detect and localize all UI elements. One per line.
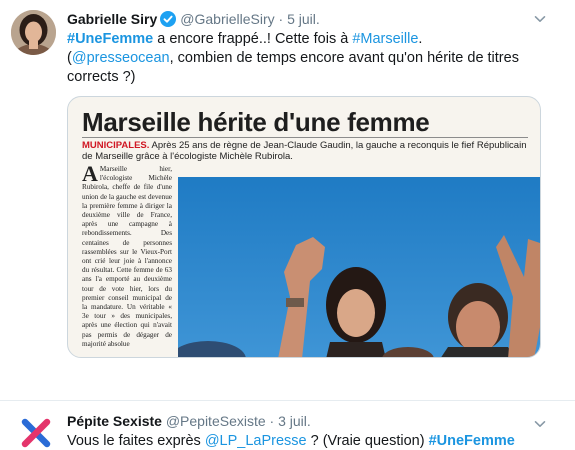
headline-rule <box>82 137 528 138</box>
tweet-header: Pépite Sexiste @PepiteSexiste · 3 juil. <box>67 412 311 430</box>
tweet-text-part: Vous le faites exprès <box>67 433 205 449</box>
tweet-text: #UneFemme a encore frappé..! Cette fois … <box>67 30 537 87</box>
separator-dot: · <box>278 11 284 27</box>
newspaper-column: A Marseille hier, l'écologiste Michèle Ru… <box>82 161 172 349</box>
hashtag-unefemme[interactable]: #UneFemme <box>67 31 153 47</box>
x-logo-icon <box>21 418 51 448</box>
crowd-photo <box>178 177 540 357</box>
more-options-chevron-down-icon[interactable] <box>533 417 547 431</box>
tweet-text-part: a encore frappé..! Cette fois à <box>153 31 353 47</box>
timestamp[interactable]: 5 juil. <box>287 11 320 27</box>
tweet-text: Vous le faites exprès @LP_LaPresse ? (Vr… <box>67 432 537 450</box>
newspaper-photo <box>178 177 540 357</box>
author-handle[interactable]: @GabrielleSiry <box>180 11 274 27</box>
avatar[interactable] <box>18 415 54 450</box>
mention-presseocean[interactable]: @presseocean <box>72 50 170 66</box>
mention-lp-lapresse[interactable]: @LP_LaPresse <box>205 433 307 449</box>
tweet-pepite-sexiste[interactable]: Pépite Sexiste @PepiteSexiste · 3 juil. … <box>0 400 575 450</box>
newspaper-column-text: Marseille hier, l'écologiste Michèle Rub… <box>82 165 172 348</box>
verified-badge-icon <box>160 11 177 31</box>
newspaper-headline: Marseille hérite d'une femme <box>82 107 430 137</box>
separator-dot: · <box>269 413 275 429</box>
tweet-gabrielle-siry[interactable]: Gabrielle Siry @GabrielleSiry · 5 juil. #… <box>0 0 575 372</box>
hashtag-unefemme[interactable]: #UneFemme <box>429 433 515 449</box>
tweet-header: Gabrielle Siry @GabrielleSiry · 5 juil. <box>67 10 320 31</box>
newspaper-kicker: MUNICIPALES. <box>82 140 150 151</box>
newspaper-lede-text: Après 25 ans de règne de Jean-Claude Gau… <box>82 140 527 162</box>
avatar[interactable] <box>11 10 56 55</box>
tweet-text-part: ? (Vraie question) <box>306 433 429 449</box>
newspaper-dropcap: A <box>82 161 98 186</box>
avatar-photo <box>11 10 56 55</box>
more-options-chevron-down-icon[interactable] <box>533 12 547 26</box>
author-name[interactable]: Pépite Sexiste <box>67 413 162 429</box>
hashtag-marseille[interactable]: #Marseille <box>352 31 418 47</box>
newspaper-lede: MUNICIPALES. Après 25 ans de règne de Je… <box>82 140 530 162</box>
author-handle[interactable]: @PepiteSexiste <box>166 413 266 429</box>
timestamp[interactable]: 3 juil. <box>278 413 311 429</box>
attached-newspaper-image[interactable]: Marseille hérite d'une femme MUNICIPALES… <box>67 96 541 358</box>
tweet-text-part: . <box>418 31 423 47</box>
author-name[interactable]: Gabrielle Siry <box>67 11 157 27</box>
